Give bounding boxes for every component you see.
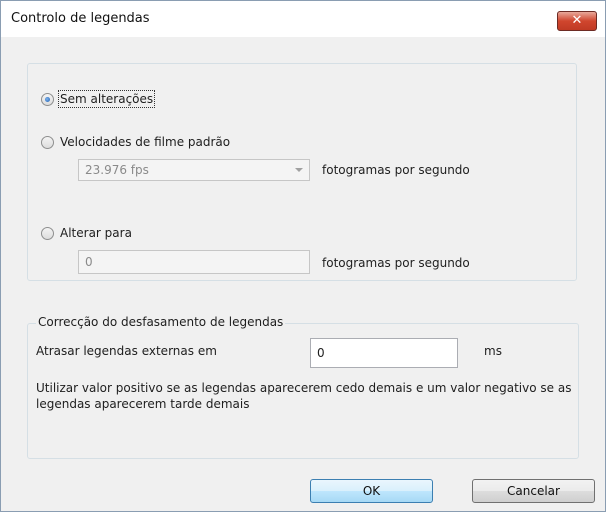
radio-change-to[interactable]: Alterar para xyxy=(41,226,132,240)
offset-group-legend: Correcção do desfasamento de legendas xyxy=(36,315,286,329)
close-button[interactable]: ✕ xyxy=(557,11,597,31)
ok-button[interactable]: OK xyxy=(310,479,433,503)
standard-fps-select[interactable]: 23.976 fps xyxy=(78,159,310,181)
radio-no-change[interactable]: Sem alterações xyxy=(41,90,156,108)
delay-label: Atrasar legendas externas em xyxy=(36,344,217,358)
radio-checked-icon[interactable] xyxy=(41,92,54,106)
standard-fps-select-value: 23.976 fps xyxy=(85,163,149,177)
standard-fps-unit: fotogramas por segundo xyxy=(322,163,470,177)
offset-group: Correcção do desfasamento de legendas At… xyxy=(27,315,579,459)
change-to-fps-input[interactable]: 0 xyxy=(78,250,310,274)
radio-change-to-label[interactable]: Alterar para xyxy=(60,226,132,240)
title-bar[interactable]: Controlo de legendas ✕ xyxy=(1,1,605,37)
subtitle-control-dialog: Controlo de legendas ✕ Sem alterações Ve… xyxy=(0,0,606,512)
change-to-fps-value: 0 xyxy=(85,255,93,269)
framerate-group: Sem alterações Velocidades de filme padr… xyxy=(27,63,577,281)
radio-unchecked-icon[interactable] xyxy=(41,226,54,240)
close-icon: ✕ xyxy=(571,13,583,28)
radio-unchecked-icon[interactable] xyxy=(41,135,54,149)
chevron-down-icon[interactable] xyxy=(295,168,303,172)
offset-help-text: Utilizar valor positivo se as legendas a… xyxy=(36,381,572,411)
radio-standard-speeds-label[interactable]: Velocidades de filme padrão xyxy=(60,135,230,149)
radio-standard-speeds[interactable]: Velocidades de filme padrão xyxy=(41,135,230,149)
delay-unit: ms xyxy=(484,344,502,358)
delay-input[interactable]: 0 xyxy=(310,338,458,368)
cancel-button[interactable]: Cancelar xyxy=(472,479,595,503)
radio-no-change-label[interactable]: Sem alterações xyxy=(57,90,156,108)
dialog-title: Controlo de legendas xyxy=(11,11,150,26)
change-to-fps-unit: fotogramas por segundo xyxy=(322,256,470,270)
delay-input-value: 0 xyxy=(317,346,325,360)
